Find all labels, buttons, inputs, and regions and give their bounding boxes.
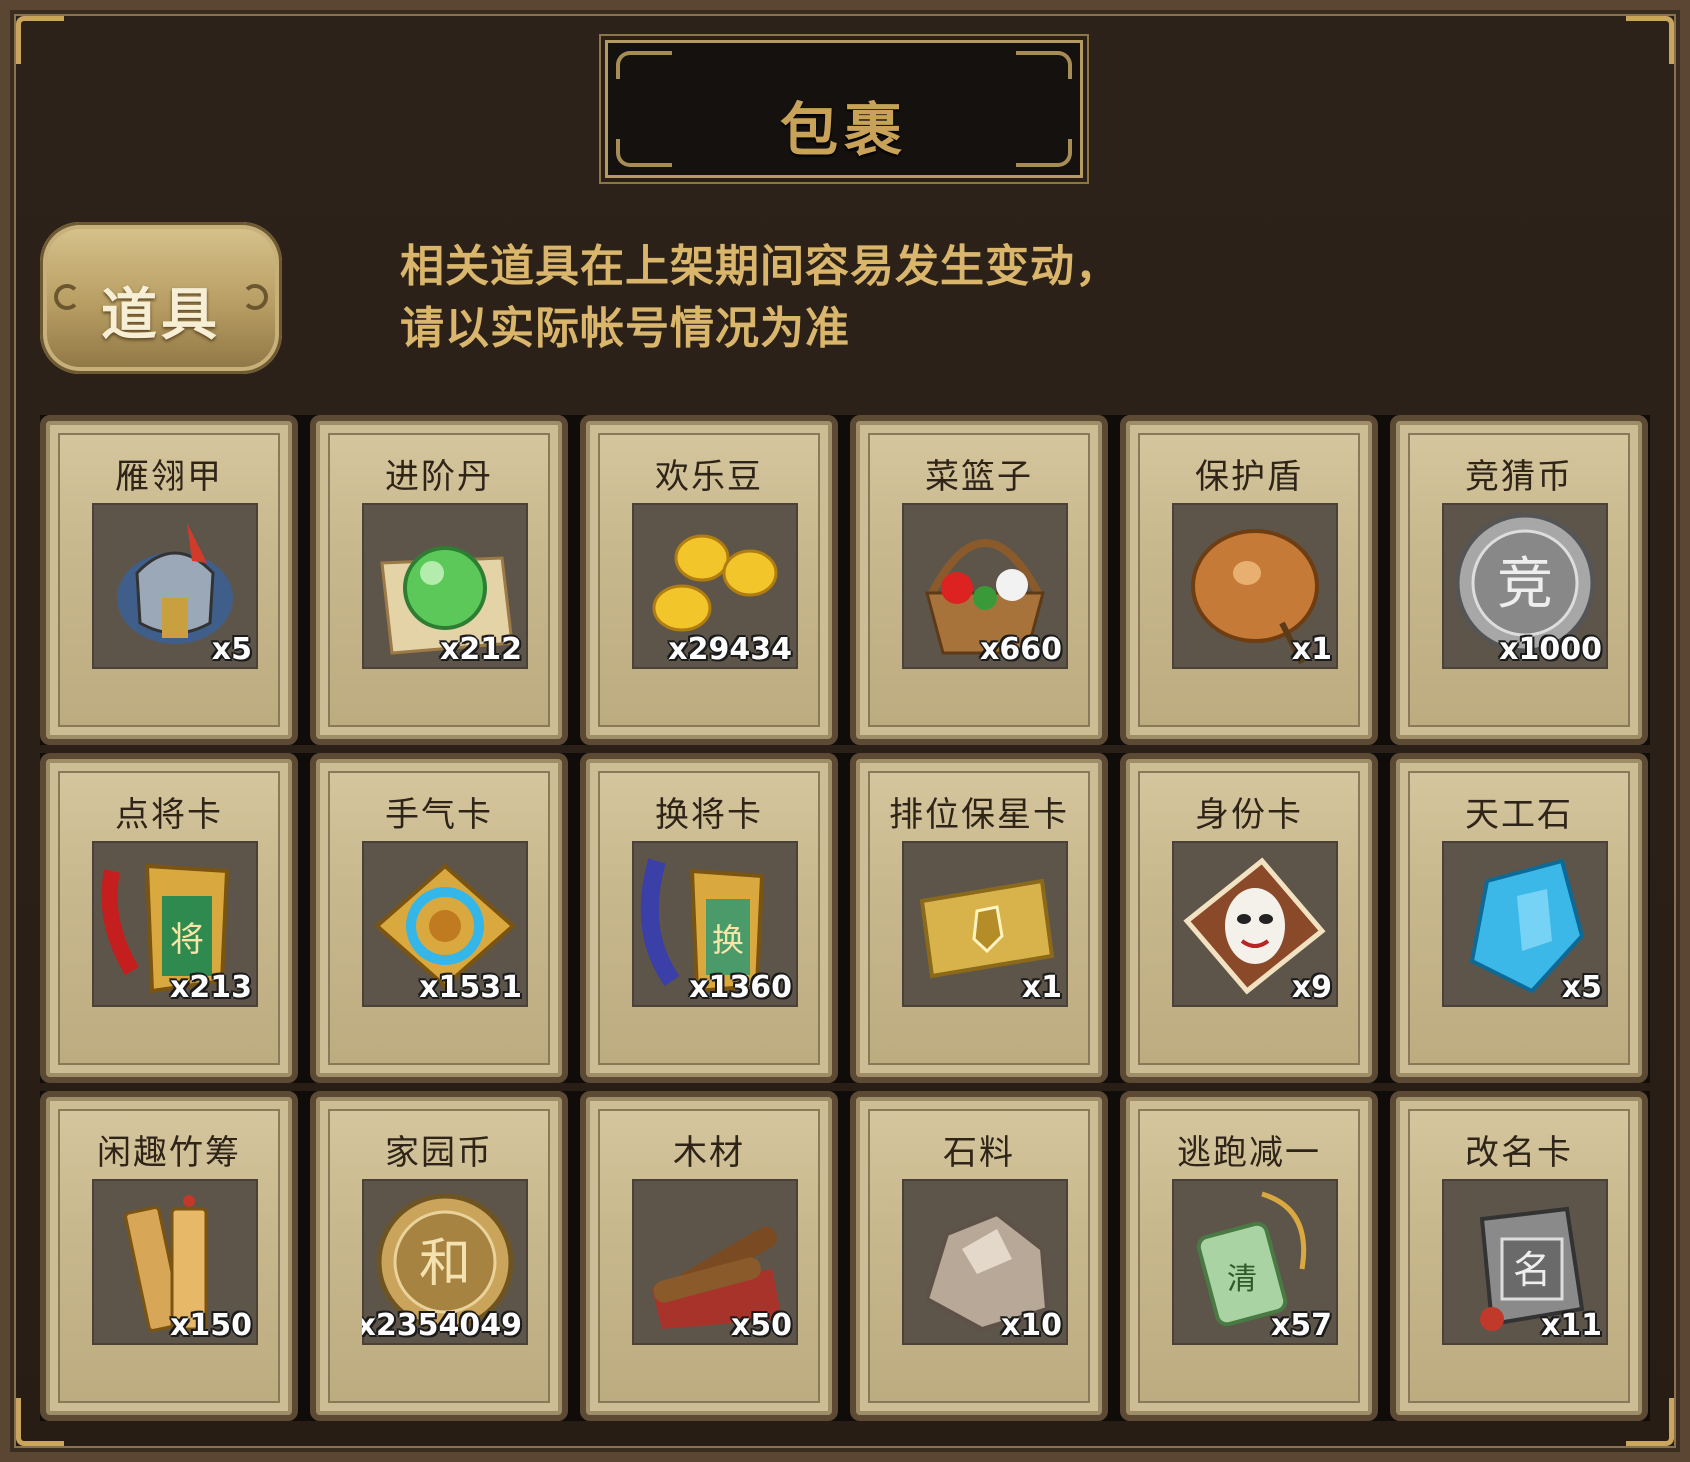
item-name: 保护盾: [1195, 457, 1303, 497]
item-count: x29434: [668, 632, 792, 667]
tab-items-label: 道具: [101, 283, 221, 348]
svg-text:和: 和: [419, 1234, 471, 1294]
svg-text:名: 名: [1513, 1248, 1551, 1292]
general-token-icon: 将 x213: [92, 841, 258, 1007]
name-token-icon: 名 x11: [1442, 1179, 1608, 1345]
item-name: 手气卡: [385, 795, 493, 835]
item-name: 石料: [943, 1133, 1015, 1173]
item-name: 换将卡: [655, 795, 763, 835]
stone-icon: x10: [902, 1179, 1068, 1345]
silver-coin-icon: 竞 x1000: [1442, 503, 1608, 669]
title-ornament: [1016, 51, 1072, 79]
item-slot[interactable]: 闲趣竹筹 x150: [40, 1091, 298, 1421]
item-count: x1: [1291, 632, 1332, 667]
item-slot[interactable]: 排位保星卡 x1: [850, 753, 1108, 1083]
item-name: 竞猜币: [1465, 457, 1573, 497]
armor-helmet-icon: x5: [92, 503, 258, 669]
item-name: 排位保星卡: [889, 795, 1069, 835]
item-name: 欢乐豆: [655, 457, 763, 497]
svg-text:换: 换: [712, 921, 744, 959]
item-count: x57: [1270, 1308, 1332, 1343]
jade-pendant-icon: 清 x57: [1172, 1179, 1338, 1345]
svg-text:将: 将: [170, 920, 204, 960]
item-slot[interactable]: 手气卡 x1531: [310, 753, 568, 1083]
blue-crystal-icon: x5: [1442, 841, 1608, 1007]
flower-basket-icon: x660: [902, 503, 1068, 669]
item-name: 改名卡: [1465, 1133, 1573, 1173]
gold-card-icon: x1: [902, 841, 1068, 1007]
item-name: 木材: [673, 1133, 745, 1173]
item-slot[interactable]: 菜篮子 x660: [850, 415, 1108, 745]
item-count: x2354049: [362, 1308, 522, 1343]
item-name: 菜篮子: [925, 457, 1033, 497]
bamboo-tags-icon: x150: [92, 1179, 258, 1345]
notice-line-2: 请以实际帐号情况为准: [400, 303, 850, 354]
window-title: 包裹: [779, 96, 908, 164]
frame-corner-ornament: [1626, 16, 1674, 64]
item-count: x5: [211, 632, 252, 667]
item-slot[interactable]: 点将卡将 x213: [40, 753, 298, 1083]
title-plate: 包裹: [605, 40, 1083, 178]
item-count: x9: [1291, 970, 1332, 1005]
item-slot[interactable]: 家园币和 x2354049: [310, 1091, 568, 1421]
tab-items[interactable]: 道具: [40, 222, 282, 374]
item-count: x1360: [689, 970, 792, 1005]
item-slot[interactable]: 逃跑减一清 x57: [1120, 1091, 1378, 1421]
item-slot[interactable]: 木材 x50: [580, 1091, 838, 1421]
gold-coin-icon: 和 x2354049: [362, 1179, 528, 1345]
item-row: 雁翎甲 x5 进阶丹 x212 欢乐豆 x29434 菜篮子 x660 保护盾 x1 竞猜币竞 x10…: [40, 415, 1650, 745]
item-row: 点将卡将 x213 手气卡 x1531 换将卡换 x1360 排位保星卡 x1 身份卡 x9 天工石…: [40, 753, 1650, 1083]
item-name: 闲趣竹筹: [97, 1133, 241, 1173]
item-name: 逃跑减一: [1177, 1133, 1321, 1173]
item-count: x50: [730, 1308, 792, 1343]
item-count: x1531: [419, 970, 522, 1005]
svg-text:竞: 竞: [1497, 552, 1553, 617]
item-slot[interactable]: 欢乐豆 x29434: [580, 415, 838, 745]
item-count: x10: [1000, 1308, 1062, 1343]
notice-text: 相关道具在上架期间容易发生变动， 请以实际帐号情况为准: [400, 236, 1120, 360]
notice-line-1: 相关道具在上架期间容易发生变动，: [400, 241, 1120, 292]
shield-icon: x1: [1172, 503, 1338, 669]
item-slot[interactable]: 保护盾 x1: [1120, 415, 1378, 745]
item-slot[interactable]: 竞猜币竞 x1000: [1390, 415, 1648, 745]
item-count: x150: [170, 1308, 252, 1343]
luck-card-icon: x1531: [362, 841, 528, 1007]
mask-card-icon: x9: [1172, 841, 1338, 1007]
item-count: x212: [440, 632, 522, 667]
frame-corner-ornament: [16, 16, 64, 64]
item-name: 进阶丹: [385, 457, 493, 497]
item-count: x213: [170, 970, 252, 1005]
item-slot[interactable]: 改名卡名 x11: [1390, 1091, 1648, 1421]
item-count: x1000: [1499, 632, 1602, 667]
wood-icon: x50: [632, 1179, 798, 1345]
item-name: 雁翎甲: [115, 457, 223, 497]
item-count: x660: [980, 632, 1062, 667]
item-slot[interactable]: 换将卡换 x1360: [580, 753, 838, 1083]
item-name: 身份卡: [1195, 795, 1303, 835]
item-slot[interactable]: 进阶丹 x212: [310, 415, 568, 745]
item-count: x11: [1540, 1308, 1602, 1343]
green-orb-icon: x212: [362, 503, 528, 669]
item-name: 家园币: [385, 1133, 493, 1173]
title-ornament: [616, 51, 672, 79]
item-row: 闲趣竹筹 x150 家园币和 x2354049 木材 x50 石料 x10 逃跑减一清 x57 改名…: [40, 1091, 1650, 1421]
item-name: 点将卡: [115, 795, 223, 835]
item-slot[interactable]: 天工石 x5: [1390, 753, 1648, 1083]
item-slot[interactable]: 身份卡 x9: [1120, 753, 1378, 1083]
item-count: x1: [1021, 970, 1062, 1005]
item-slot[interactable]: 石料 x10: [850, 1091, 1108, 1421]
svg-text:清: 清: [1227, 1262, 1257, 1297]
item-slot[interactable]: 雁翎甲 x5: [40, 415, 298, 745]
item-name: 天工石: [1465, 795, 1573, 835]
gold-beans-icon: x29434: [632, 503, 798, 669]
swap-token-icon: 换 x1360: [632, 841, 798, 1007]
item-count: x5: [1561, 970, 1602, 1005]
